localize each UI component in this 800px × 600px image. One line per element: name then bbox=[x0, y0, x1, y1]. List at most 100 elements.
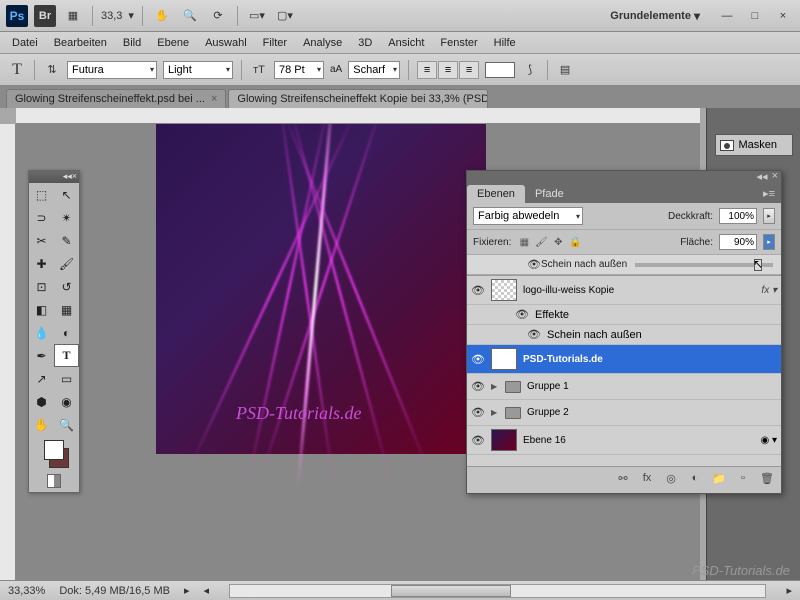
fill-slider-popup[interactable]: 👁 Schein nach außen ↖ bbox=[467, 255, 781, 275]
smart-filter-icon[interactable]: ◉ ▾ bbox=[760, 435, 777, 446]
lock-all-icon[interactable]: 🔒 bbox=[568, 235, 582, 249]
menu-ansicht[interactable]: Ansicht bbox=[380, 37, 432, 49]
visibility-icon[interactable]: 👁 bbox=[471, 284, 485, 297]
tab-pfade[interactable]: Pfade bbox=[525, 185, 574, 203]
3d-camera-tool[interactable]: ◉ bbox=[54, 390, 79, 413]
visibility-icon[interactable]: 👁 bbox=[471, 353, 485, 366]
visibility-icon[interactable]: 👁 bbox=[527, 328, 541, 341]
doc-tab-2[interactable]: Glowing Streifenscheineffekt Kopie bei 3… bbox=[228, 89, 488, 108]
menu-fenster[interactable]: Fenster bbox=[432, 37, 485, 49]
status-zoom[interactable]: 33,33% bbox=[8, 585, 45, 597]
dodge-tool[interactable]: ◐ bbox=[54, 321, 79, 344]
layer-thumbnail[interactable] bbox=[491, 429, 517, 451]
blur-tool[interactable]: 💧 bbox=[29, 321, 54, 344]
layer-style-icon[interactable]: fx bbox=[639, 470, 655, 486]
history-brush-tool[interactable]: ↺ bbox=[54, 275, 79, 298]
pen-tool[interactable]: ✒ bbox=[29, 344, 54, 367]
opacity-flyout[interactable]: ▸ bbox=[763, 208, 775, 224]
gradient-tool[interactable]: ▦ bbox=[54, 298, 79, 321]
horizontal-scrollbar[interactable] bbox=[229, 584, 766, 598]
move-tool[interactable]: ↖ bbox=[54, 183, 79, 206]
menu-auswahl[interactable]: Auswahl bbox=[197, 37, 255, 49]
menu-analyse[interactable]: Analyse bbox=[295, 37, 350, 49]
opacity-input[interactable]: 100% bbox=[719, 208, 757, 224]
zoom-tool[interactable]: 🔍 bbox=[54, 413, 79, 436]
link-layers-icon[interactable]: ⚯ bbox=[615, 470, 631, 486]
healing-tool[interactable]: ✚ bbox=[29, 252, 54, 275]
zoom-tool-icon[interactable]: 🔍 bbox=[179, 5, 201, 27]
stamp-tool[interactable]: ⊡ bbox=[29, 275, 54, 298]
new-layer-icon[interactable]: ▫ bbox=[735, 470, 751, 486]
minimize-icon[interactable]: — bbox=[716, 5, 738, 27]
visibility-icon[interactable]: 👁 bbox=[471, 380, 485, 393]
layer-group-row[interactable]: 👁 ▶ Gruppe 2 bbox=[467, 400, 781, 426]
3d-tool[interactable]: ⬢ bbox=[29, 390, 54, 413]
visibility-icon[interactable]: 👁 bbox=[471, 434, 485, 447]
shape-tool[interactable]: ▭ bbox=[54, 367, 79, 390]
doc-tab-1[interactable]: Glowing Streifenscheineffekt.psd bei ...… bbox=[6, 89, 226, 108]
font-family-dropdown[interactable]: Futura bbox=[67, 61, 157, 79]
panel-menu-icon[interactable]: ▸≡ bbox=[757, 184, 781, 203]
align-left-icon[interactable]: ≡ bbox=[417, 61, 437, 79]
new-group-icon[interactable]: 📁 bbox=[711, 470, 727, 486]
lock-position-icon[interactable]: ✥ bbox=[551, 235, 565, 249]
arrange-docs-icon[interactable]: ▭▾ bbox=[246, 5, 268, 27]
maximize-icon[interactable]: □ bbox=[744, 5, 766, 27]
character-panel-icon[interactable]: ▤ bbox=[556, 61, 574, 79]
adjustment-layer-icon[interactable]: ◐ bbox=[687, 470, 703, 486]
menu-bild[interactable]: Bild bbox=[115, 37, 149, 49]
align-right-icon[interactable]: ≡ bbox=[459, 61, 479, 79]
canvas-text[interactable]: PSD-Tutorials.de bbox=[236, 403, 362, 424]
layer-row[interactable]: 👁 logo-illu-weiss Kopie fx ▾ bbox=[467, 276, 781, 305]
effects-row[interactable]: 👁 Effekte bbox=[467, 305, 781, 325]
delete-layer-icon[interactable]: 🗑 bbox=[759, 470, 775, 486]
menu-hilfe[interactable]: Hilfe bbox=[486, 37, 524, 49]
font-size-dropdown[interactable]: 78 Pt bbox=[274, 61, 324, 79]
marquee-tool[interactable]: ⬚ bbox=[29, 183, 54, 206]
panel-close-icon[interactable]: × bbox=[772, 170, 778, 182]
menu-datei[interactable]: Datei bbox=[4, 37, 46, 49]
layer-thumbnail[interactable]: T bbox=[491, 348, 517, 370]
layer-group-row[interactable]: 👁 ▶ Gruppe 1 bbox=[467, 374, 781, 400]
text-color-swatch[interactable] bbox=[485, 62, 515, 78]
blend-mode-dropdown[interactable]: Farbig abwedeln bbox=[473, 207, 583, 225]
eraser-tool[interactable]: ◧ bbox=[29, 298, 54, 321]
font-weight-dropdown[interactable]: Light bbox=[163, 61, 233, 79]
color-swatches[interactable] bbox=[29, 436, 79, 492]
canvas[interactable]: PSD-Tutorials.de bbox=[156, 124, 486, 454]
text-orientation-icon[interactable]: ⇅ bbox=[43, 61, 61, 79]
menu-bearbeiten[interactable]: Bearbeiten bbox=[46, 37, 115, 49]
layer-thumbnail[interactable] bbox=[491, 279, 517, 301]
collapse-icon[interactable]: ◂◂ bbox=[63, 171, 72, 183]
status-doc-size[interactable]: Dok: 5,49 MB/16,5 MB bbox=[59, 585, 170, 597]
fill-input[interactable]: 90% bbox=[719, 234, 757, 250]
visibility-icon[interactable]: 👁 bbox=[515, 308, 529, 321]
close-panel-icon[interactable]: × bbox=[72, 171, 77, 183]
align-center-icon[interactable]: ≡ bbox=[438, 61, 458, 79]
close-icon[interactable]: × bbox=[772, 5, 794, 27]
lasso-tool[interactable]: ⊃ bbox=[29, 206, 54, 229]
view-extras-icon[interactable]: ▦ bbox=[62, 5, 84, 27]
rotate-view-icon[interactable]: ⟳ bbox=[207, 5, 229, 27]
status-flyout-icon[interactable]: ▸ bbox=[184, 584, 190, 597]
screen-mode-icon[interactable]: ▢▾ bbox=[274, 5, 296, 27]
scroll-right-icon[interactable]: ▸ bbox=[786, 584, 792, 597]
antialias-dropdown[interactable]: Scharf bbox=[348, 61, 400, 79]
menu-3d[interactable]: 3D bbox=[350, 37, 380, 49]
warp-text-icon[interactable]: ⟆ bbox=[521, 61, 539, 79]
scrollbar-thumb[interactable] bbox=[391, 585, 511, 597]
crop-tool[interactable]: ✂ bbox=[29, 229, 54, 252]
foreground-color[interactable] bbox=[44, 440, 64, 460]
masks-panel-button[interactable]: Masken bbox=[715, 134, 793, 156]
quick-mask-toggle[interactable] bbox=[47, 474, 61, 488]
zoom-level[interactable]: 33,3 bbox=[101, 10, 122, 22]
layer-row-selected[interactable]: 👁 T PSD-Tutorials.de bbox=[467, 345, 781, 374]
menu-ebene[interactable]: Ebene bbox=[149, 37, 197, 49]
eyedropper-tool[interactable]: ✎ bbox=[54, 229, 79, 252]
panel-collapse-icon[interactable]: ◂◂ bbox=[757, 170, 768, 183]
hand-tool[interactable]: ✋ bbox=[29, 413, 54, 436]
visibility-icon[interactable]: 👁 bbox=[527, 258, 541, 271]
quick-select-tool[interactable]: ✴ bbox=[54, 206, 79, 229]
fx-badge[interactable]: fx ▾ bbox=[761, 285, 777, 296]
workspace-selector[interactable]: Grundelemente ▾ bbox=[610, 9, 700, 23]
